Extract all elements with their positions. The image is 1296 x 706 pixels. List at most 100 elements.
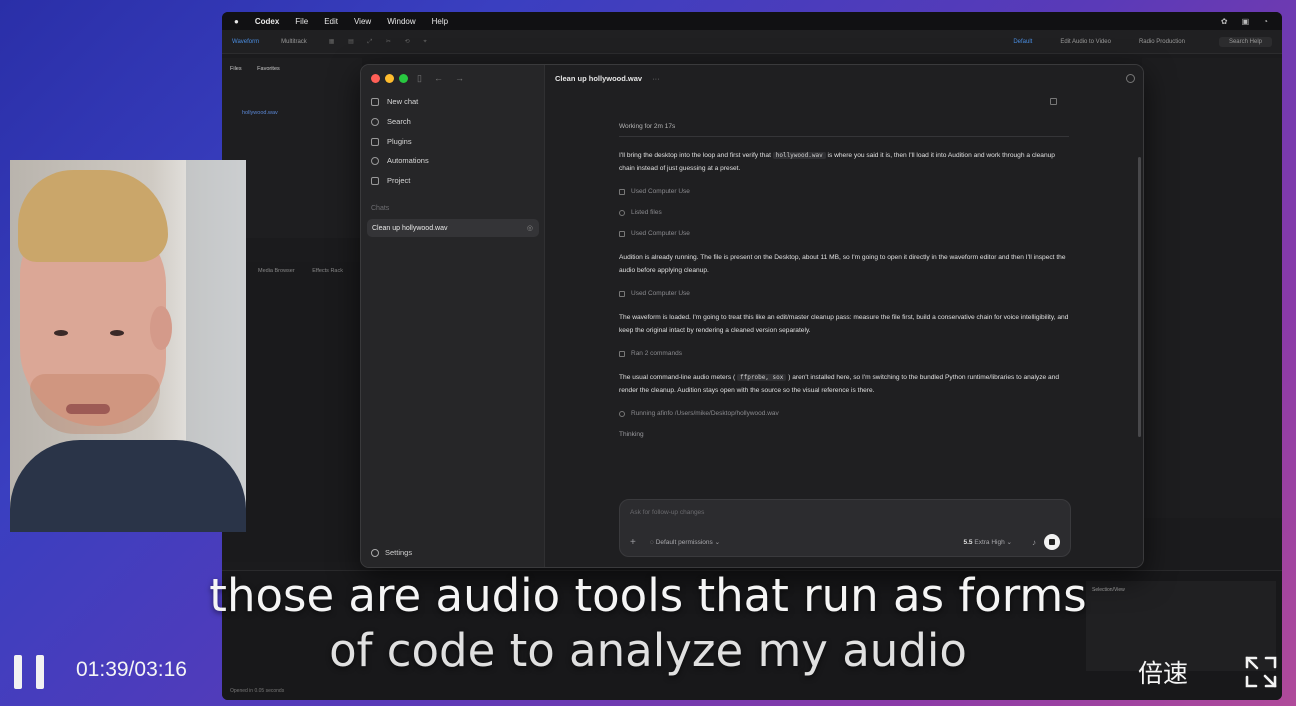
waveform-tab[interactable]: Waveform (232, 39, 259, 45)
file-item[interactable]: hollywood.wav (242, 110, 354, 116)
files-tab[interactable]: Files (230, 66, 242, 72)
menu-edit[interactable]: Edit (324, 17, 338, 26)
pause-button[interactable] (14, 655, 44, 689)
gear-icon (371, 548, 379, 557)
open-in-icon[interactable] (1126, 74, 1135, 83)
step-label: Used Computer Use (631, 188, 690, 195)
add-attachment-icon[interactable]: + (630, 537, 636, 548)
presenter-ear (150, 306, 172, 350)
tool-step[interactable]: Used Computer Use (619, 290, 1069, 297)
fullscreen-button[interactable] (1244, 655, 1278, 689)
presenter-eye (110, 330, 124, 336)
audition-toolbar: Waveform Multitrack ▦ ▤ ⤢ ✂ ⟲ ⌖ Default … (222, 30, 1282, 54)
assistant-message: I'll bring the desktop into the loop and… (619, 149, 1069, 175)
message-text: The usual command-line audio meters ( (619, 374, 738, 381)
search-help-input[interactable]: Search Help (1218, 36, 1272, 47)
sidebar-item-automations[interactable]: Automations (371, 156, 429, 165)
tool-step[interactable]: Listed files (619, 209, 1069, 216)
assistant-message: The waveform is loaded. I'm going to tre… (619, 311, 1069, 337)
forward-arrow-icon[interactable]: → (455, 73, 464, 84)
menu-app-name[interactable]: Codex (255, 17, 279, 26)
codex-main: Clean up hollywood.wav ··· Working for 2… (545, 65, 1143, 567)
time-display: 01:39/03:16 (76, 658, 187, 681)
sidebar-item-label: Plugins (387, 137, 412, 146)
step-label: Ran 2 commands (631, 350, 682, 357)
subtitle-line-1: those are audio tools that run as forms (209, 569, 1087, 622)
model-level: Extra High (974, 539, 1005, 546)
thread-title-bar: Clean up hollywood.wav ··· (555, 74, 660, 83)
scrollbar[interactable] (1138, 157, 1141, 437)
step-label: Used Computer Use (631, 290, 690, 297)
pause-bar-icon (14, 655, 22, 689)
prompt-input[interactable]: Ask for follow-up changes (630, 509, 704, 516)
terminal-icon (619, 350, 625, 357)
sidebar-item-label: New chat (387, 97, 419, 106)
control-center-icon[interactable]: ▣ (1242, 17, 1250, 26)
model-selector[interactable]: 5.5 Extra High ⌄ (964, 538, 1012, 546)
tool-step[interactable]: Ran 2 commands (619, 350, 1069, 357)
chat-list-item[interactable]: Clean up hollywood.wav ◎ (367, 219, 539, 237)
subtitle-line-2: of code to analyze my audio (329, 624, 967, 677)
editor-right-area (1142, 58, 1282, 518)
tool-step[interactable]: Used Computer Use (619, 188, 1069, 195)
favorites-tab[interactable]: Favorites (257, 66, 280, 72)
pin-icon[interactable]: ◎ (527, 224, 533, 232)
multitrack-tab[interactable]: Multitrack (281, 39, 307, 45)
computer-use-icon (619, 230, 625, 237)
sidebar-item-label: Search (387, 117, 411, 126)
presenter-shirt (10, 440, 246, 532)
microphone-icon[interactable]: ♪ (1032, 538, 1036, 547)
conversation: Working for 2m 17s I'll bring the deskto… (619, 123, 1069, 438)
settings-button[interactable]: Settings (371, 548, 412, 557)
menu-bar: ● Codex File Edit View Window Help ✿ ▣ ◔ (222, 12, 1282, 30)
sidebar-item-plugins[interactable]: Plugins (371, 137, 412, 146)
apple-icon[interactable]: ● (234, 17, 239, 26)
chevron-down-icon: ⌄ (714, 539, 721, 546)
menu-window[interactable]: Window (387, 17, 415, 26)
menu-help[interactable]: Help (432, 17, 448, 26)
subtitle: those are audio tools that run as forms … (0, 568, 1296, 678)
composer: Ask for follow-up changes + ◌ Default pe… (619, 499, 1071, 557)
stop-button[interactable] (1044, 534, 1060, 550)
working-status[interactable]: Working for 2m 17s (619, 123, 1069, 137)
minimize-window-button[interactable] (385, 74, 394, 83)
settings-label: Settings (385, 548, 413, 557)
close-window-button[interactable] (371, 74, 380, 83)
thread-title: Clean up hollywood.wav (555, 74, 643, 83)
media-browser-tab[interactable]: Media Browser (258, 268, 295, 274)
folder-icon (371, 176, 379, 185)
webcam-overlay (10, 160, 246, 532)
playback-speed-button[interactable]: 倍速 (1138, 654, 1188, 690)
message-text: I'll bring the desktop into the loop and… (619, 152, 773, 159)
menu-file[interactable]: File (295, 17, 308, 26)
plugins-icon (371, 137, 379, 146)
sidebar-item-search[interactable]: Search (371, 117, 411, 126)
step-label: Running afinfo /Users/mike/Desktop/holly… (631, 410, 779, 417)
presenter-eye (54, 330, 68, 336)
copy-icon[interactable] (1050, 98, 1057, 105)
tool-step[interactable]: Running afinfo /Users/mike/Desktop/holly… (619, 410, 1069, 417)
chats-section-label: Chats (371, 205, 390, 212)
assistant-message: The usual command-line audio meters ( ff… (619, 371, 1069, 397)
toggle-sidebar-icon[interactable]: ▯ (417, 73, 422, 84)
computer-use-icon (619, 290, 625, 297)
clock-icon[interactable]: ◔ (1263, 17, 1268, 26)
inline-code: hollywood.wav (772, 152, 826, 159)
permissions-dropdown[interactable]: ◌ Default permissions ⌄ (650, 538, 720, 546)
sidebar-item-new-chat[interactable]: New chat (371, 97, 418, 106)
sidebar-item-project[interactable]: Project (371, 176, 410, 185)
effects-rack-tab[interactable]: Effects Rack (312, 268, 343, 274)
workspace-radio[interactable]: Radio Production (1139, 39, 1185, 45)
workspace-default[interactable]: Default (1013, 39, 1032, 45)
menu-view[interactable]: View (354, 17, 371, 26)
codex-window: ▯ ← → New chat Search Plugins Automation… (360, 64, 1144, 568)
maximize-window-button[interactable] (399, 74, 408, 83)
workspace-edit-audio[interactable]: Edit Audio to Video (1060, 39, 1111, 45)
search-icon (371, 117, 379, 126)
tool-step[interactable]: Used Computer Use (619, 230, 1069, 237)
settings-icon[interactable]: ✿ (1221, 17, 1228, 26)
fullscreen-icon (1245, 656, 1277, 688)
more-options-icon[interactable]: ··· (652, 74, 660, 83)
sidebar-item-label: Automations (387, 156, 429, 165)
back-arrow-icon[interactable]: ← (434, 73, 443, 84)
